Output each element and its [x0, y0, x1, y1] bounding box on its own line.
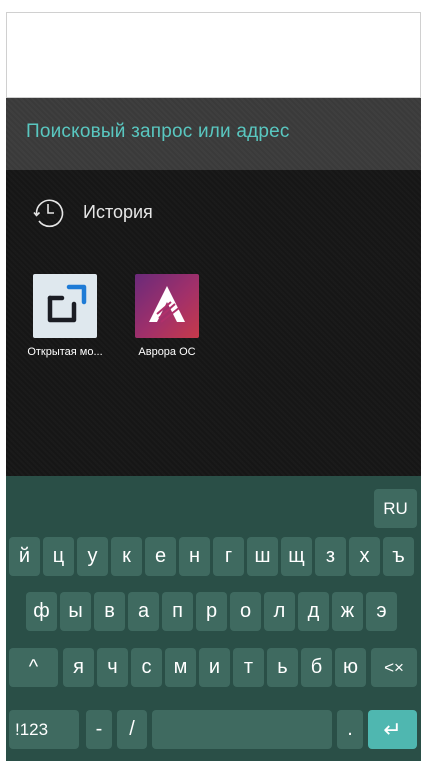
key-letter[interactable]: ш	[247, 537, 278, 576]
key-letter[interactable]: ю	[335, 648, 366, 687]
frame-top	[0, 0, 427, 12]
dot-key[interactable]: .	[337, 710, 363, 749]
key-letter[interactable]: к	[111, 537, 142, 576]
key-letter[interactable]: ъ	[383, 537, 414, 576]
key-letter[interactable]: т	[233, 648, 264, 687]
history-clock-icon	[33, 199, 64, 228]
history-label: История	[83, 201, 153, 222]
search-input[interactable]: Поисковый запрос или адрес	[26, 121, 290, 143]
key-letter[interactable]: х	[349, 537, 380, 576]
tile-caption: Открытая мо...	[27, 346, 103, 358]
enter-key[interactable]: ↵	[368, 710, 417, 749]
key-letter[interactable]: я	[63, 648, 94, 687]
language-key[interactable]: RU	[374, 489, 417, 528]
key-letter[interactable]: а	[128, 592, 159, 631]
key-letter[interactable]: г	[213, 537, 244, 576]
shift-key[interactable]: ^	[9, 648, 58, 687]
key-letter[interactable]: и	[199, 648, 230, 687]
backspace-key[interactable]: <×	[371, 648, 417, 687]
dash-key[interactable]: -	[86, 710, 112, 749]
tile-aurora-os[interactable]: Аврора ОС	[112, 274, 222, 358]
key-letter[interactable]: д	[298, 592, 329, 631]
key-letter[interactable]: е	[145, 537, 176, 576]
key-letter[interactable]: в	[94, 592, 125, 631]
slash-key[interactable]: /	[117, 710, 147, 749]
start-page: История Открытая мо... Аврора ОС	[6, 170, 421, 476]
search-bar[interactable]: Поисковый запрос или адрес	[6, 98, 421, 170]
key-letter[interactable]: э	[366, 592, 397, 631]
key-letter[interactable]: р	[196, 592, 227, 631]
key-letter[interactable]: л	[264, 592, 295, 631]
space-key[interactable]	[152, 710, 332, 749]
virtual-keyboard: RU й ц у к е н г ш щ з х ъ ф ы в а п р о…	[6, 476, 421, 761]
key-letter[interactable]: ф	[26, 592, 57, 631]
key-letter[interactable]: о	[230, 592, 261, 631]
key-letter[interactable]: у	[77, 537, 108, 576]
key-letter[interactable]: ц	[43, 537, 74, 576]
key-letter[interactable]: ж	[332, 592, 363, 631]
frame-right	[421, 0, 427, 761]
key-letter[interactable]: щ	[281, 537, 312, 576]
blank-top-area	[6, 12, 421, 98]
tile-open-mobile-platform[interactable]: Открытая мо...	[10, 274, 120, 358]
key-letter[interactable]: й	[9, 537, 40, 576]
key-letter[interactable]: с	[131, 648, 162, 687]
open-mobile-platform-logo	[33, 274, 97, 338]
aurora-os-logo	[135, 274, 199, 338]
key-letter[interactable]: п	[162, 592, 193, 631]
symbols-key[interactable]: !123	[9, 710, 79, 749]
key-letter[interactable]: н	[179, 537, 210, 576]
key-letter[interactable]: з	[315, 537, 346, 576]
history-link[interactable]: История	[30, 194, 153, 230]
tile-caption: Аврора ОС	[138, 346, 196, 358]
key-letter[interactable]: ч	[97, 648, 128, 687]
key-letter[interactable]: ь	[267, 648, 298, 687]
key-letter[interactable]: м	[165, 648, 196, 687]
key-letter[interactable]: б	[301, 648, 332, 687]
key-letter[interactable]: ы	[60, 592, 91, 631]
